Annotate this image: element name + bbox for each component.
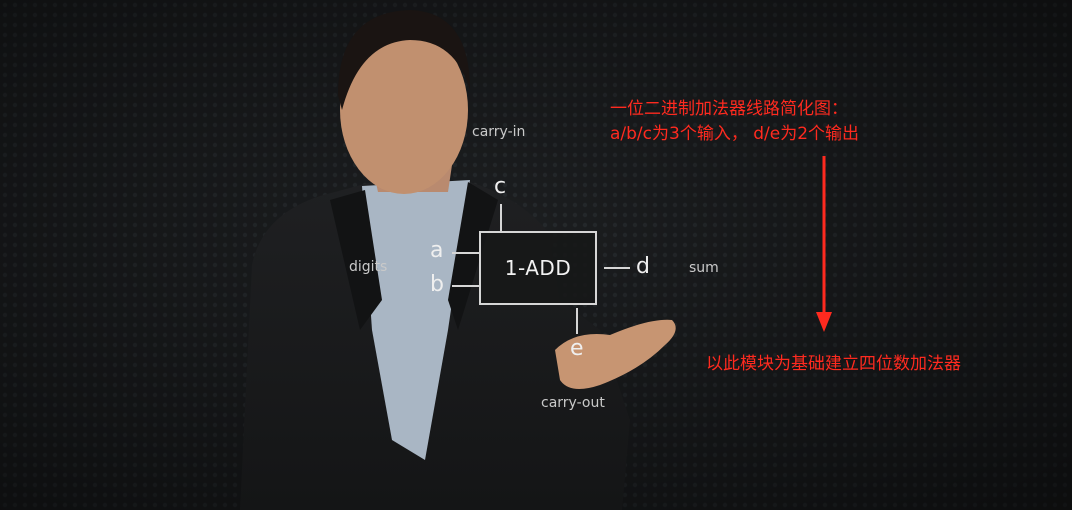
annotation-line-1: 一位二进制加法器线路简化图： (610, 99, 848, 119)
pin-c-label: c (494, 174, 507, 199)
digits-label: digits (349, 259, 388, 275)
carry-out-label: carry-out (541, 395, 605, 411)
pin-e-label: e (570, 336, 584, 361)
pin-a-label: a (430, 238, 444, 263)
sum-label: sum (689, 260, 719, 276)
pin-d-label: d (636, 254, 650, 279)
adder-block-label: 1-ADD (504, 256, 572, 280)
annotation-line-2: a/b/c为3个输入， d/e为2个输出 (610, 124, 860, 144)
carry-in-label: carry-in (472, 124, 526, 140)
pin-b-label: b (430, 272, 444, 297)
annotation-bottom: 以此模块为基础建立四位数加法器 (706, 354, 961, 374)
